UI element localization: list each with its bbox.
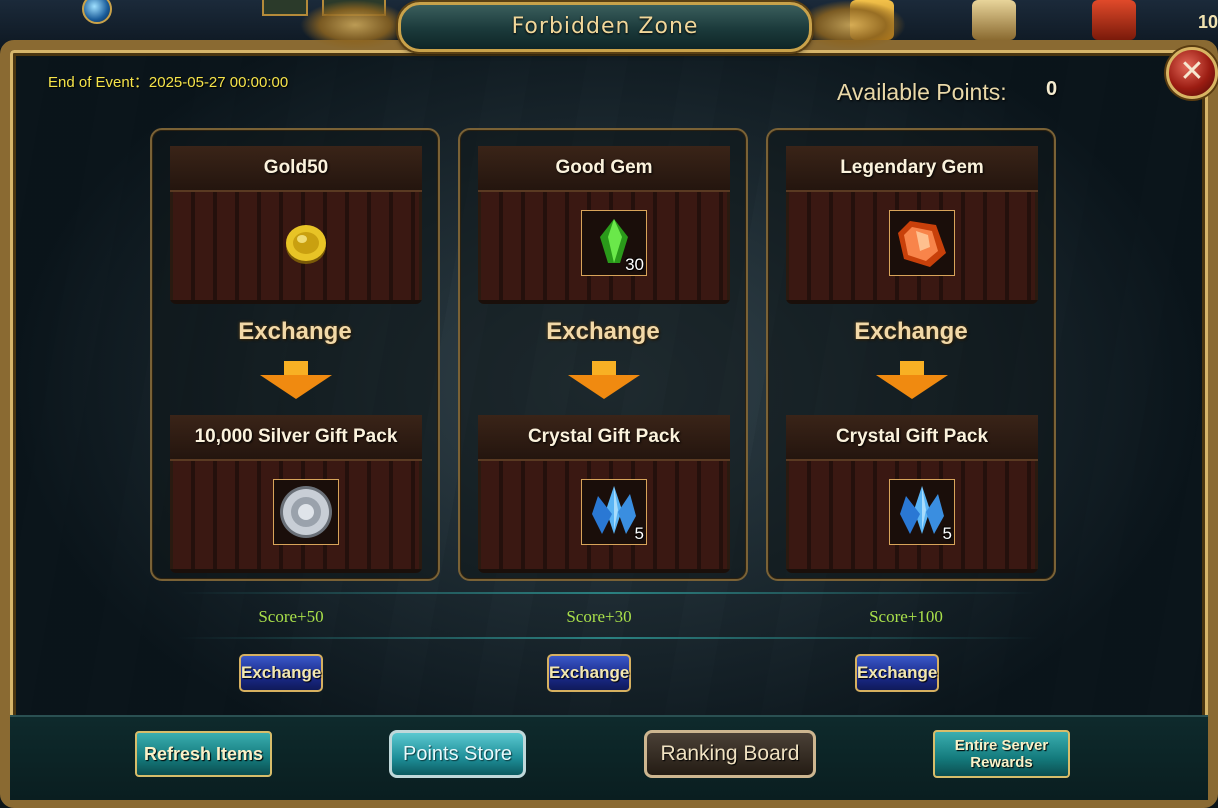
cost-item-panel: [170, 192, 422, 300]
cost-item-name: Gold50: [170, 146, 422, 192]
reward-slot: Crystal Gift Pack 5: [786, 415, 1038, 573]
divider: [178, 637, 1038, 639]
arrow-down-icon: [876, 361, 948, 399]
reward-item-name: 10,000 Silver Gift Pack: [170, 415, 422, 461]
exchange-button[interactable]: Exchange: [239, 654, 323, 692]
reward-item[interactable]: [273, 479, 339, 545]
cost-item-name: Good Gem: [478, 146, 730, 192]
score-label: Score+30: [566, 607, 632, 626]
reward-item-panel: [170, 461, 422, 569]
item-count: 5: [634, 524, 644, 543]
window-title: Forbidden Zone: [398, 2, 812, 52]
score-label: Score+100: [869, 607, 943, 626]
reward-slot: 10,000 Silver Gift Pack: [170, 415, 422, 573]
exchange-button[interactable]: Exchange: [855, 654, 939, 692]
title-ornament-left: [300, 0, 410, 50]
refresh-items-button[interactable]: Refresh Items: [135, 731, 272, 777]
exchange-card: Legendary Gem Exchange Crystal Gift Pack: [766, 128, 1056, 581]
cost-item[interactable]: 30: [581, 210, 647, 276]
arrow-down-icon: [260, 361, 332, 399]
orange-gem-icon: [898, 221, 946, 267]
exchange-label: Exchange: [854, 318, 968, 345]
reward-item[interactable]: 5: [581, 479, 647, 545]
server-rewards-button[interactable]: Entire Server Rewards: [933, 730, 1070, 778]
server-rewards-label-line2: Rewards: [970, 754, 1033, 771]
hud-counter: 10: [1197, 12, 1218, 32]
silver-coin-icon: [280, 486, 332, 538]
cost-item-panel: [786, 192, 1038, 300]
available-points-label: Available Points:: [837, 79, 1007, 105]
cost-item-panel: 30: [478, 192, 730, 300]
event-end-time: End of Event：2025-05-27 00:00:00: [48, 74, 289, 91]
server-rewards-label-line1: Entire Server: [954, 737, 1049, 754]
exchange-card: Good Gem 30 Exchange Crystal Gift Pack 5: [458, 128, 748, 581]
points-store-button[interactable]: Points Store: [389, 730, 526, 778]
cost-slot: Gold50: [170, 146, 422, 304]
divider: [178, 592, 1038, 594]
cost-item[interactable]: [273, 210, 339, 276]
chart-icon[interactable]: [1092, 0, 1136, 40]
score-label: Score+50: [258, 607, 324, 626]
cost-slot: Good Gem 30: [478, 146, 730, 304]
exchange-label: Exchange: [238, 318, 352, 345]
exchange-card: Gold50 Exchange 10,000 Silver Gift Pack: [150, 128, 440, 581]
exchange-button[interactable]: Exchange: [547, 654, 631, 692]
cost-item-name: Legendary Gem: [786, 146, 1038, 192]
cost-slot: Legendary Gem: [786, 146, 1038, 304]
reward-item-name: Crystal Gift Pack: [786, 415, 1038, 461]
scroll-icon[interactable]: [972, 0, 1016, 40]
ranking-board-button[interactable]: Ranking Board: [644, 730, 816, 778]
hud-orb-icon[interactable]: [82, 0, 112, 24]
close-icon: ✕: [1179, 54, 1205, 89]
close-button[interactable]: ✕: [1166, 47, 1218, 99]
reward-slot: Crystal Gift Pack 5: [478, 415, 730, 573]
reward-item[interactable]: 5: [889, 479, 955, 545]
item-count: 30: [625, 255, 644, 274]
title-ornament-right: [796, 0, 906, 50]
cost-item[interactable]: [889, 210, 955, 276]
item-count: 5: [942, 524, 952, 543]
reward-item-name: Crystal Gift Pack: [478, 415, 730, 461]
gold-coin-icon: [286, 225, 326, 264]
available-points-value: 0: [1046, 78, 1058, 100]
arrow-down-icon: [568, 361, 640, 399]
reward-item-panel: 5: [786, 461, 1038, 569]
exchange-label: Exchange: [546, 318, 660, 345]
reward-item-panel: 5: [478, 461, 730, 569]
